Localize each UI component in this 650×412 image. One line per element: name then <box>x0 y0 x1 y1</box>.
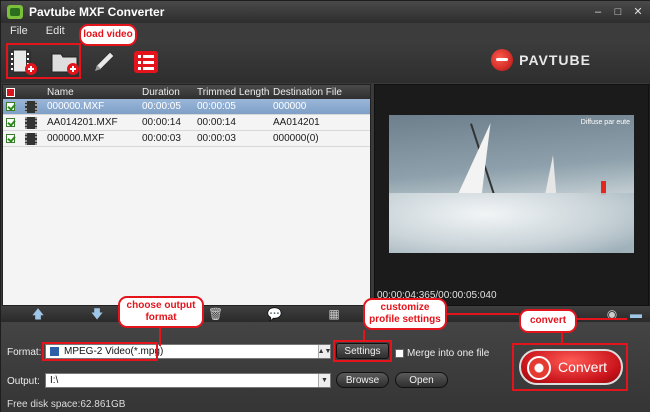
app-logo-icon <box>7 5 23 19</box>
maximize-button[interactable]: □ <box>609 4 627 20</box>
merge-label: Merge into one file <box>407 348 490 359</box>
format-highlight <box>42 342 158 361</box>
preview-panel: Diffuse par eute 00:00:04:365/00:00:05:0… <box>374 84 649 306</box>
callout-pointer <box>577 318 627 320</box>
file-trimmed: 00:00:05 <box>197 101 236 112</box>
chevron-down-icon[interactable]: ▲▼ <box>318 345 331 358</box>
row-checkbox[interactable] <box>5 118 15 127</box>
file-duration: 00:00:03 <box>142 133 181 144</box>
subtitle-icon[interactable]: 💬 <box>267 307 282 321</box>
file-destination: AA014201 <box>273 117 320 128</box>
output-label: Output: <box>7 376 40 387</box>
callout-customize: customize profile settings <box>363 298 447 330</box>
callout-load-video: load video <box>79 24 137 46</box>
edit-pencil-icon <box>94 51 115 72</box>
load-video-highlight <box>6 43 81 79</box>
brand-mark-icon <box>491 49 514 71</box>
file-name: 000000.MXF <box>47 133 105 144</box>
output-path-field[interactable]: I:\ ▼ <box>45 373 331 388</box>
callout-pointer <box>447 313 519 315</box>
move-down-icon[interactable]: 🡇 <box>90 307 104 321</box>
app-window: Pavtube MXF Converter – □ ✕ File Edit I <box>0 0 650 412</box>
file-name: 000000.MXF <box>47 101 105 112</box>
column-header-trimmed[interactable]: Trimmed Length <box>195 87 271 98</box>
convert-highlight <box>512 343 628 391</box>
free-disk-space: Free disk space:62.861GB <box>7 399 126 410</box>
settings-highlight <box>333 340 392 362</box>
task-list-button[interactable] <box>130 45 162 77</box>
film-icon <box>25 116 37 129</box>
callout-pointer <box>159 328 161 346</box>
edit-button[interactable] <box>87 45 119 77</box>
file-list-header: Name Duration Trimmed Length Destination… <box>3 85 370 99</box>
brand-name: PAVTUBE <box>519 52 591 68</box>
move-up-icon[interactable]: 🡅 <box>31 307 45 321</box>
menu-edit[interactable]: Edit <box>46 25 65 37</box>
menu-file[interactable]: File <box>10 25 28 37</box>
merge-checkbox[interactable] <box>395 349 404 358</box>
video-frame: Diffuse par eute <box>389 115 634 253</box>
delete-icon[interactable]: 🗑 <box>208 307 223 321</box>
file-destination: 000000 <box>273 101 307 112</box>
merge-option[interactable]: Merge into one file <box>395 348 489 359</box>
chevron-down-icon[interactable]: ▼ <box>318 374 330 387</box>
merge-icon[interactable]: ▦ <box>327 307 341 321</box>
title-bar: Pavtube MXF Converter – □ ✕ <box>1 1 650 23</box>
file-list: Name Duration Trimmed Length Destination… <box>2 84 371 306</box>
task-list-icon <box>134 51 158 73</box>
sea-spray <box>389 193 634 253</box>
file-duration: 00:00:14 <box>142 117 181 128</box>
open-folder-icon[interactable]: ▬ <box>629 307 643 321</box>
film-icon <box>25 132 37 145</box>
column-header-destination[interactable]: Destination File <box>271 87 370 98</box>
callout-convert: convert <box>519 309 577 333</box>
row-checkbox[interactable] <box>5 134 15 143</box>
window-controls: – □ ✕ <box>589 4 647 20</box>
file-name: AA014201.MXF <box>47 117 118 128</box>
close-button[interactable]: ✕ <box>629 4 647 20</box>
open-button[interactable]: Open <box>395 372 448 388</box>
row-checkbox[interactable] <box>5 102 15 111</box>
file-row[interactable]: 000000.MXF 00:00:03 00:00:03 000000(0) <box>3 131 370 147</box>
column-header-duration[interactable]: Duration <box>140 87 195 98</box>
film-icon <box>25 100 37 113</box>
format-label: Format: <box>7 347 42 358</box>
file-duration: 00:00:05 <box>142 101 181 112</box>
window-title: Pavtube MXF Converter <box>29 5 165 19</box>
column-header-name[interactable]: Name <box>45 87 140 98</box>
file-trimmed: 00:00:14 <box>197 117 236 128</box>
minimize-button[interactable]: – <box>589 4 607 20</box>
brand-logo: PAVTUBE <box>491 49 591 71</box>
file-destination: 000000(0) <box>273 133 319 144</box>
file-trimmed: 00:00:03 <box>197 133 236 144</box>
browse-button[interactable]: Browse <box>336 372 389 388</box>
file-row[interactable]: AA014201.MXF 00:00:14 00:00:14 AA014201 <box>3 115 370 131</box>
file-row[interactable]: 000000.MXF 00:00:05 00:00:05 000000 <box>3 99 370 115</box>
video-watermark: Diffuse par eute <box>580 119 630 126</box>
output-path-value: I:\ <box>50 375 59 386</box>
callout-choose-format: choose output format <box>118 296 204 328</box>
select-all-checkbox[interactable] <box>5 87 15 97</box>
callout-pointer <box>363 330 365 342</box>
callout-pointer <box>561 333 563 343</box>
